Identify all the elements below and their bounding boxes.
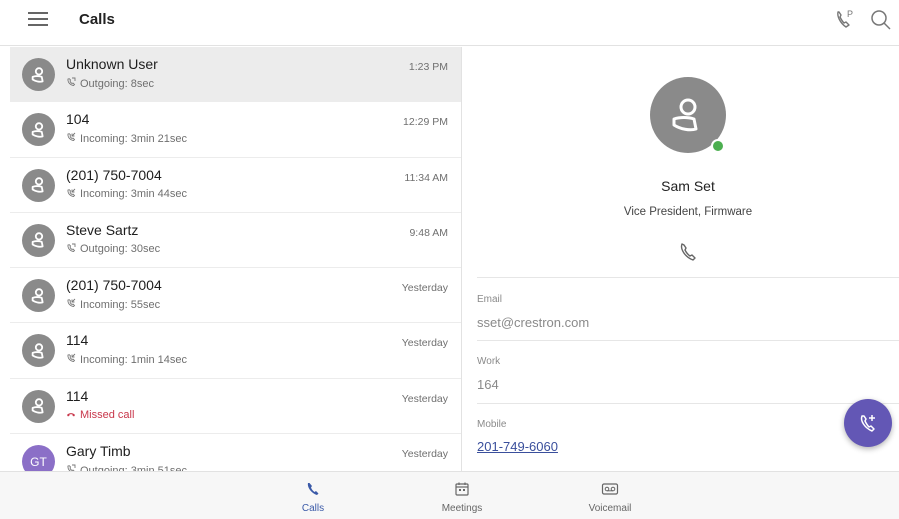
incoming-call-icon xyxy=(66,132,80,145)
contact-placeholder-icon xyxy=(672,98,698,132)
call-detail-text: Outgoing: 30sec xyxy=(80,243,161,256)
caller-name: 114 xyxy=(66,332,89,349)
app-header: Calls P xyxy=(0,0,899,46)
phone-icon xyxy=(268,478,358,500)
call-time: 9:48 AM xyxy=(409,226,448,239)
email-value[interactable]: sset@crestron.com xyxy=(477,315,589,330)
voicemail-icon xyxy=(565,478,655,500)
call-time: Yesterday xyxy=(401,282,448,295)
mobile-link[interactable]: 201-749-6060 xyxy=(477,439,558,454)
contact-avatar xyxy=(22,334,55,368)
caller-name: Gary Timb xyxy=(66,443,131,460)
contact-placeholder-icon xyxy=(31,343,44,359)
call-detail-text: Incoming: 3min 44sec xyxy=(80,188,187,201)
contact-placeholder-icon xyxy=(31,66,44,83)
new-call-button[interactable] xyxy=(844,399,892,447)
nav-tab-meetings[interactable]: Meetings xyxy=(417,478,507,514)
incoming-call-icon xyxy=(66,353,80,366)
caller-name: Unknown User xyxy=(66,56,158,72)
incoming-call-icon xyxy=(66,298,80,311)
call-row[interactable]: 114 Missed call Yesterday xyxy=(10,379,461,435)
contact-placeholder-icon xyxy=(31,232,44,249)
call-row[interactable]: (201) 750-7004 Incoming: 3min 44sec 11:34 … xyxy=(10,158,461,213)
park-call-icon[interactable]: P xyxy=(832,7,858,33)
contact-avatar xyxy=(22,389,55,423)
contact-placeholder-icon xyxy=(31,398,44,414)
nav-tab-calls[interactable]: Calls xyxy=(268,478,358,514)
contact-detail-pane: Sam Set Vice President, Firmware Email s… xyxy=(463,47,899,471)
contact-placeholder-icon xyxy=(31,177,44,193)
presence-available-icon xyxy=(711,139,725,153)
call-time: Yesterday xyxy=(401,337,448,350)
calendar-icon xyxy=(417,478,507,500)
call-row[interactable]: (201) 750-7004 Incoming: 55sec Yesterday xyxy=(10,268,461,324)
contact-avatar xyxy=(22,223,55,257)
call-detail-text: Incoming: 3min 21sec xyxy=(80,132,187,145)
caller-name: (201) 750-7004 xyxy=(66,166,162,183)
divider xyxy=(477,340,899,341)
outgoing-call-icon xyxy=(66,243,80,256)
call-detail-text: Outgoing: 8sec xyxy=(80,77,154,90)
contact-name: Sam Set xyxy=(661,178,715,194)
call-detail-text: Missed call xyxy=(80,409,135,422)
call-time: 11:34 AM xyxy=(404,171,448,184)
bottom-navigation: Calls Meetings Voicemail xyxy=(0,471,899,519)
call-detail: Outgoing: 30sec xyxy=(66,243,160,256)
caller-name: 104 xyxy=(66,111,90,128)
call-history-list[interactable]: Unknown User Outgoing: 8sec 1:23 PM 104 Inco… xyxy=(10,47,462,471)
email-label: Email xyxy=(477,294,503,305)
contact-placeholder-icon xyxy=(31,122,44,138)
outgoing-call-icon xyxy=(66,464,80,471)
work-label: Work xyxy=(477,356,501,367)
call-detail: Incoming: 3min 21sec xyxy=(66,132,187,145)
call-time: 1:23 PM xyxy=(408,61,448,73)
page-title: Calls xyxy=(79,11,115,28)
caller-name: (201) 750-7004 xyxy=(66,277,162,294)
outgoing-call-icon xyxy=(66,77,80,90)
call-time: Yesterday xyxy=(401,448,448,461)
contact-avatar xyxy=(22,58,55,91)
contact-placeholder-icon xyxy=(31,287,44,304)
incoming-call-icon xyxy=(66,188,80,201)
nav-tab-voicemail[interactable]: Voicemail xyxy=(565,478,655,514)
call-row[interactable]: 114 Incoming: 1min 14sec Yesterday xyxy=(10,323,461,379)
work-value[interactable]: 164 xyxy=(477,377,499,392)
contact-avatar xyxy=(22,113,55,147)
call-detail: Incoming: 55sec xyxy=(66,298,160,311)
divider xyxy=(477,277,899,278)
call-time: Yesterday xyxy=(401,392,448,405)
call-detail: Incoming: 1min 14sec xyxy=(66,353,187,366)
nav-label-voicemail: Voicemail xyxy=(588,503,632,514)
contact-avatar xyxy=(22,279,55,313)
call-detail-text: Incoming: 1min 14sec xyxy=(80,353,187,366)
nav-label-calls: Calls xyxy=(301,503,325,514)
call-detail: Outgoing: 3min 51sec xyxy=(66,464,187,471)
call-detail: Incoming: 3min 44sec xyxy=(66,188,187,201)
call-detail: Outgoing: 8sec xyxy=(66,77,154,90)
hamburger-menu-icon[interactable] xyxy=(28,9,52,29)
search-icon[interactable] xyxy=(868,7,894,33)
svg-text:P: P xyxy=(847,9,853,19)
contact-avatar xyxy=(22,168,55,202)
call-detail: Missed call xyxy=(66,409,134,422)
call-row[interactable]: 104 Incoming: 3min 21sec 12:29 PM xyxy=(10,102,461,158)
caller-name: 114 xyxy=(66,387,89,404)
divider xyxy=(477,403,899,404)
call-detail-text: Incoming: 55sec xyxy=(80,298,161,311)
mobile-label: Mobile xyxy=(477,419,507,430)
contact-job-title: Vice President, Firmware xyxy=(623,206,753,218)
call-time: 12:29 PM xyxy=(403,116,448,129)
call-contact-icon[interactable] xyxy=(677,241,699,263)
call-row[interactable]: GT Gary Timb Outgoing: 3min 51sec Yesterday xyxy=(10,434,461,471)
contact-avatar: GT xyxy=(22,445,55,471)
missed-call-icon xyxy=(66,409,80,422)
add-call-icon xyxy=(860,415,875,432)
call-row[interactable]: Unknown User Outgoing: 8sec 1:23 PM xyxy=(10,47,461,103)
caller-name: Steve Sartz xyxy=(66,221,139,238)
nav-label-meetings: Meetings xyxy=(441,503,483,514)
call-row[interactable]: Steve Sartz Outgoing: 30sec 9:48 AM xyxy=(10,213,461,269)
